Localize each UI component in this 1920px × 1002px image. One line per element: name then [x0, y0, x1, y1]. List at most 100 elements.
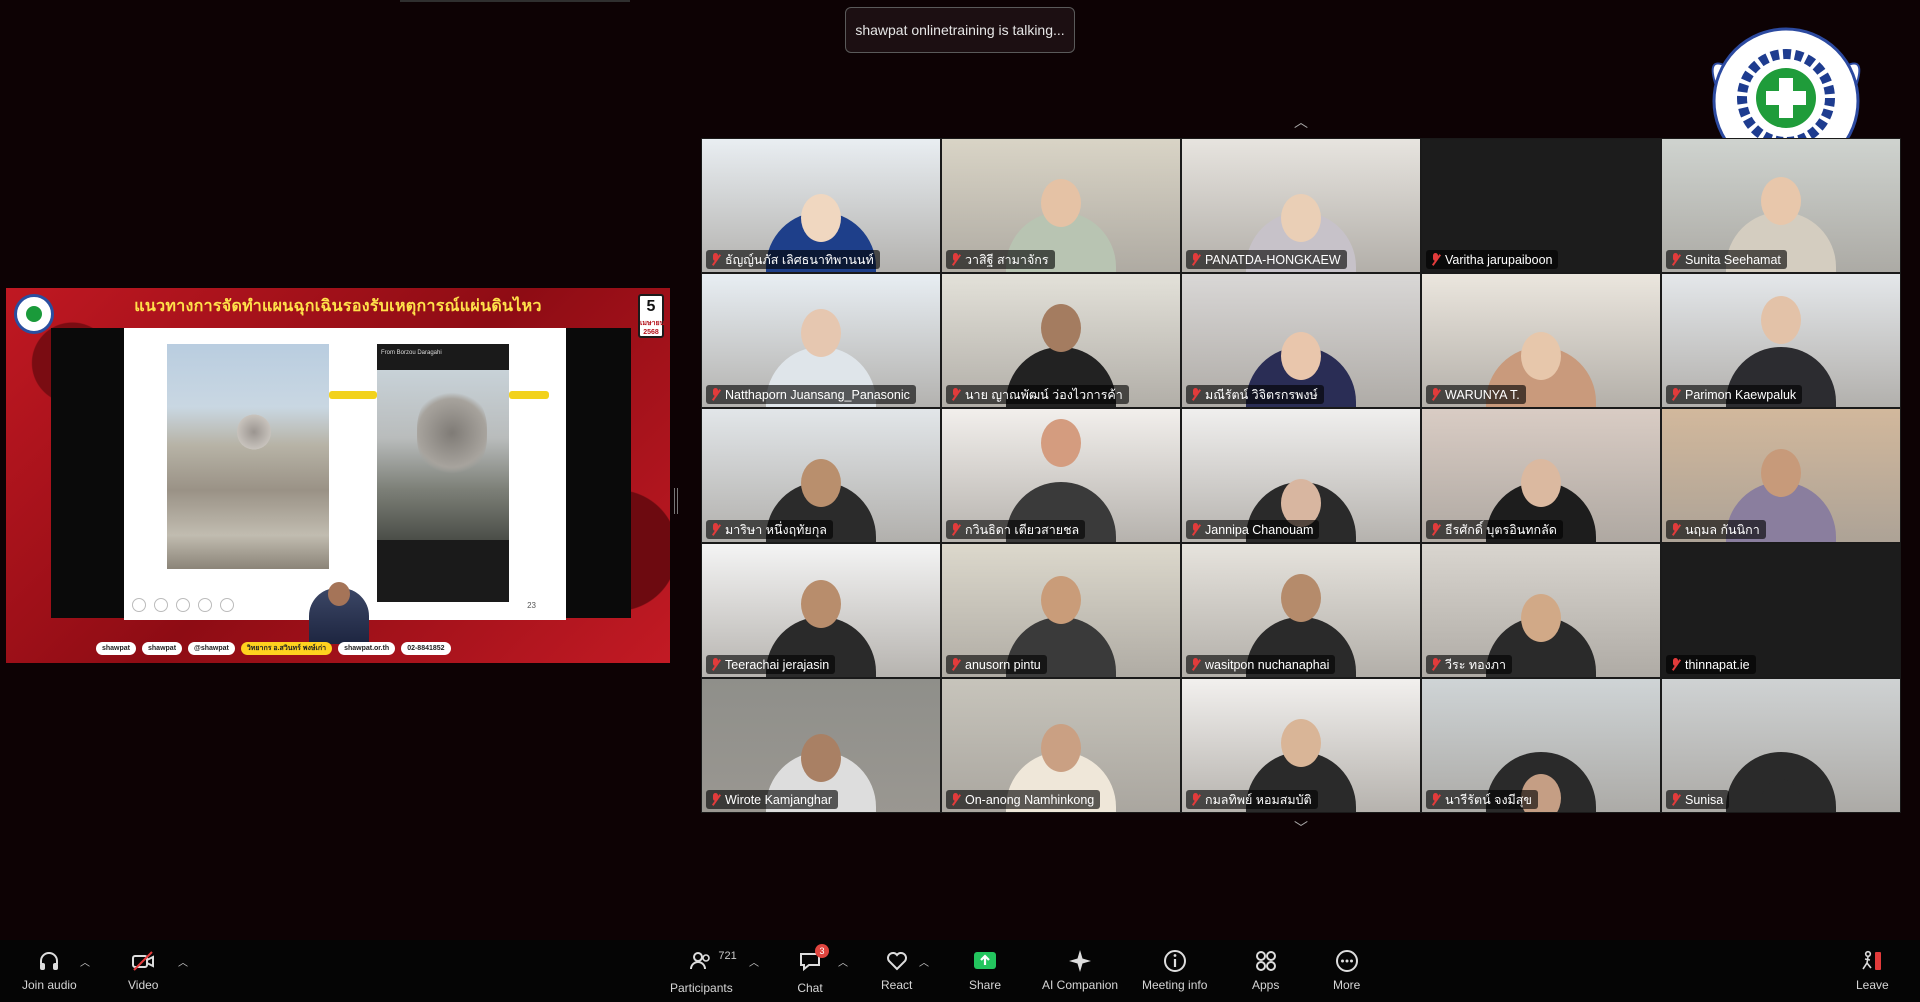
pen-icon[interactable] — [176, 598, 190, 612]
participant-tile[interactable]: wasitpon nuchanaphai — [1181, 543, 1421, 678]
ai-companion-button[interactable]: AI Companion — [1042, 948, 1118, 992]
apps-label: Apps — [1252, 978, 1280, 992]
participant-tile[interactable]: นารีรัตน์ จงมีสุข — [1421, 678, 1661, 813]
mic-muted-icon — [950, 658, 961, 671]
leave-label: Leave — [1856, 978, 1889, 992]
participant-tile[interactable]: วาสิฐี สามาจักร — [941, 138, 1181, 273]
share-label: Share — [969, 978, 1002, 992]
participant-tile[interactable]: thinnapat.ie — [1661, 543, 1901, 678]
participant-name: Natthaporn Juansang_Panasonic — [725, 387, 910, 402]
mic-muted-icon — [1670, 793, 1681, 806]
split-resize-handle[interactable] — [674, 488, 678, 514]
participant-name-label: กวินธิดา เตียวสายชล — [946, 520, 1086, 539]
video-button[interactable]: Video — [128, 948, 158, 992]
slide-title: แนวทางการจัดทำแผนฉุกเฉินรองรับเหตุการณ์แ… — [134, 298, 542, 315]
participant-name-label: WARUNYA T. — [1426, 385, 1526, 404]
page-down-icon[interactable]: ﹀ — [1292, 818, 1310, 836]
participant-tile[interactable]: กมลทิพย์ หอมสมบัติ — [1181, 678, 1421, 813]
chat-button[interactable]: 3 Chat — [797, 944, 829, 995]
heart-icon — [886, 952, 907, 971]
mic-muted-icon — [1190, 793, 1201, 806]
participant-name: Jannipa Chanouam — [1205, 522, 1314, 537]
participant-name-label: Sunisa — [1666, 790, 1730, 809]
ai-companion-label: AI Companion — [1042, 978, 1119, 992]
participant-name: นาย ญาณพัฒน์ ว่องไวการค้า — [965, 387, 1123, 402]
participant-tile[interactable]: Parimon Kaewpaluk — [1661, 273, 1901, 408]
presenter-head — [328, 582, 350, 606]
slides-icon[interactable] — [198, 598, 212, 612]
participant-name: On-anong Namhinkong — [965, 792, 1095, 807]
facebook-contact: shawpat — [96, 641, 137, 655]
participant-tile[interactable]: นาย ญาณพัฒน์ ว่องไวการค้า — [941, 273, 1181, 408]
share-button[interactable]: Share — [969, 948, 1001, 992]
participant-tile[interactable]: WARUNYA T. — [1421, 273, 1661, 408]
participant-tile[interactable]: On-anong Namhinkong — [941, 678, 1181, 813]
zoom-icon[interactable] — [220, 598, 234, 612]
talking-indicator: shawpat onlinetraining is talking... — [845, 7, 1075, 53]
participant-name-label: มณีรัตน์ วิจิตรกรพงษ์ — [1186, 385, 1324, 404]
participant-head — [1521, 332, 1561, 380]
slide-date-day: 5 — [646, 298, 656, 315]
react-button[interactable]: React — [881, 948, 912, 992]
meeting-info-button[interactable]: Meeting info — [1142, 948, 1207, 992]
participant-tile[interactable]: Varitha jarupaiboon — [1421, 138, 1661, 273]
participant-tile[interactable]: นฤมล กันนิกา — [1661, 408, 1901, 543]
participant-tile[interactable]: PANATDA-HONGKAEW — [1181, 138, 1421, 273]
participant-name-label: Varitha jarupaiboon — [1426, 250, 1559, 269]
participant-tile[interactable]: ธัญญ์นภัส เลิศธนาทิพานนท์ — [701, 138, 941, 273]
shared-screen[interactable]: แนวทางการจัดทำแผนฉุกเฉินรองรับเหตุการณ์แ… — [6, 288, 670, 663]
participant-head — [1041, 724, 1081, 772]
mic-muted-icon — [1430, 388, 1441, 401]
participant-tile[interactable]: Jannipa Chanouam — [1181, 408, 1421, 543]
participant-tile[interactable]: มาริษา หนึ่งฤทัยกุล — [701, 408, 941, 543]
leave-button[interactable]: Leave — [1856, 948, 1889, 992]
participant-name-label: Wirote Kamjanghar — [706, 790, 838, 809]
participant-name-label: wasitpon nuchanaphai — [1186, 655, 1336, 674]
video-label: Video — [128, 978, 159, 992]
apps-button[interactable]: Apps — [1252, 948, 1279, 992]
participant-head — [801, 194, 841, 242]
more-icon — [1335, 950, 1358, 972]
youtube-contact: shawpat — [142, 641, 183, 655]
page-up-icon[interactable]: ︿ — [1292, 112, 1310, 130]
participant-tile[interactable]: Sunita Seehamat — [1661, 138, 1901, 273]
join-audio-button[interactable]: Join audio — [22, 948, 77, 992]
participant-tile[interactable]: Sunisa — [1661, 678, 1901, 813]
participant-head — [1281, 194, 1321, 242]
more-button[interactable]: More — [1333, 948, 1360, 992]
participant-tile[interactable]: ธีรศักดิ์ บุตรอินทกลัด — [1421, 408, 1661, 543]
participant-tile[interactable]: วีระ ทองภา — [1421, 543, 1661, 678]
slide-tools — [132, 598, 234, 612]
participant-name-label: anusorn pintu — [946, 655, 1047, 674]
mic-muted-icon — [1670, 658, 1681, 671]
mic-muted-icon — [710, 388, 721, 401]
participant-name-label: มาริษา หนึ่งฤทัยกุล — [706, 520, 833, 539]
participants-button[interactable]: 721 Participants — [670, 948, 737, 995]
participants-options-caret[interactable]: ︿ — [749, 954, 759, 969]
next-slide-icon[interactable] — [154, 598, 168, 612]
react-options-caret[interactable]: ︿ — [919, 954, 929, 969]
participant-tile[interactable]: Natthaporn Juansang_Panasonic — [701, 273, 941, 408]
highlight-bar — [329, 391, 377, 399]
mic-muted-icon — [950, 793, 961, 806]
slide-number: 23 — [527, 601, 536, 610]
video-options-caret[interactable]: ︿ — [178, 954, 188, 969]
participant-tile[interactable]: Teerachai jerajasin — [701, 543, 941, 678]
chat-options-caret[interactable]: ︿ — [838, 954, 848, 969]
mic-muted-icon — [1430, 523, 1441, 536]
participant-tile[interactable]: anusorn pintu — [941, 543, 1181, 678]
participant-head — [801, 580, 841, 628]
participant-head — [1041, 179, 1081, 227]
audio-options-caret[interactable]: ︿ — [80, 954, 90, 969]
participant-tile[interactable]: กวินธิดา เตียวสายชล — [941, 408, 1181, 543]
participant-name: นฤมล กันนิกา — [1685, 522, 1760, 537]
prev-slide-icon[interactable] — [132, 598, 146, 612]
explosion-scene — [377, 370, 509, 540]
participant-tile[interactable]: Wirote Kamjanghar — [701, 678, 941, 813]
participant-name: Parimon Kaewpaluk — [1685, 387, 1797, 402]
more-label: More — [1333, 978, 1361, 992]
website-contact: shawpat.or.th — [338, 641, 396, 655]
participant-tile[interactable]: มณีรัตน์ วิจิตรกรพงษ์ — [1181, 273, 1421, 408]
participant-head — [1281, 574, 1321, 622]
leave-icon — [1862, 950, 1882, 970]
